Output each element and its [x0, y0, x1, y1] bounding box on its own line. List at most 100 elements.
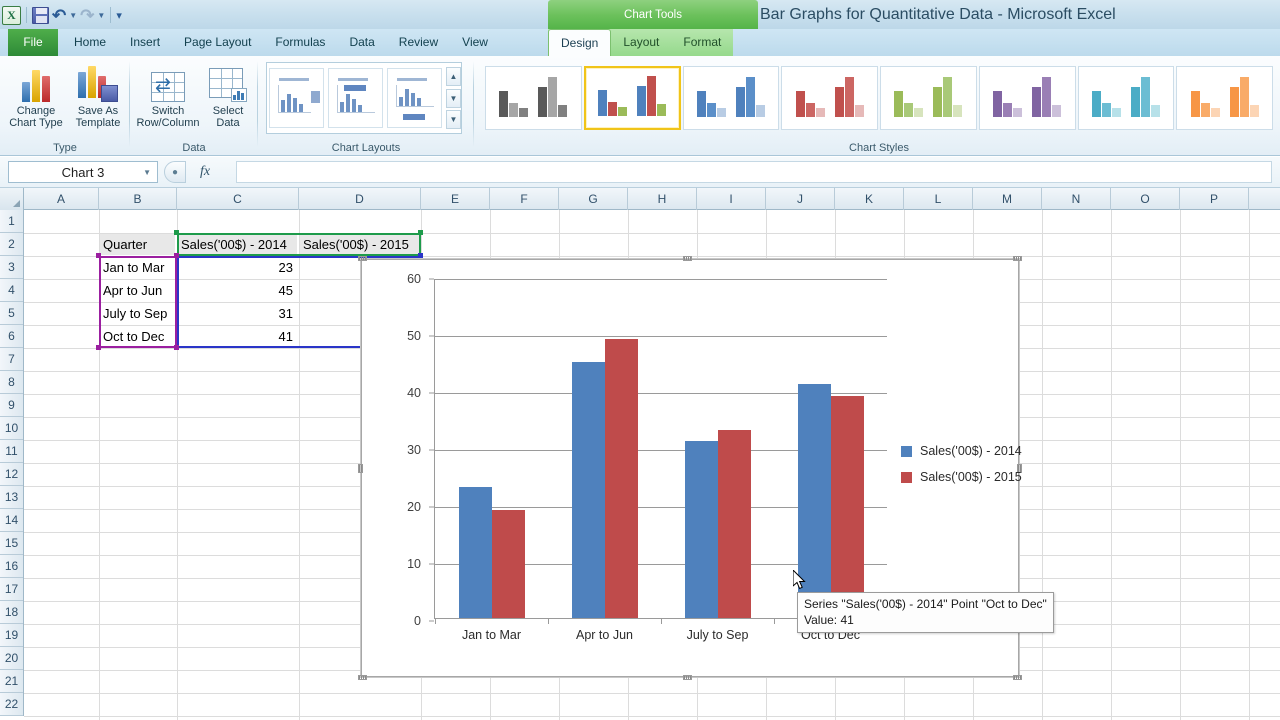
- tab-data[interactable]: Data: [337, 29, 386, 56]
- chart-layouts-gallery[interactable]: ▲ ▼ ▼: [266, 62, 462, 134]
- column-header-I[interactable]: I: [697, 188, 766, 210]
- column-header-C[interactable]: C: [177, 188, 299, 210]
- row-header-17[interactable]: 17: [0, 578, 23, 601]
- chart-style-option-6[interactable]: [979, 66, 1076, 130]
- chart-legend-entry[interactable]: Sales('00$) - 2015: [901, 470, 1022, 484]
- series-name-range-highlight-handle[interactable]: [418, 230, 423, 235]
- customize-qat-icon[interactable]: ▾: [116, 9, 122, 22]
- tab-layout[interactable]: Layout: [611, 29, 671, 56]
- chart-layout-option-1[interactable]: [269, 68, 324, 128]
- category-range-highlight-handle[interactable]: [174, 345, 179, 350]
- excel-logo-icon[interactable]: X: [2, 6, 21, 25]
- chart-resize-handle-s[interactable]: [683, 675, 692, 680]
- row-header-14[interactable]: 14: [0, 509, 23, 532]
- change-chart-type-button[interactable]: Change Chart Type: [4, 60, 68, 129]
- row-header-1[interactable]: 1: [0, 210, 23, 233]
- cell-B2[interactable]: Quarter: [100, 234, 175, 255]
- select-data-button[interactable]: Select Data: [196, 60, 260, 129]
- chart-style-option-5[interactable]: [880, 66, 977, 130]
- name-box[interactable]: Chart 3 ▼: [8, 161, 158, 183]
- chart-bar[interactable]: [718, 430, 751, 618]
- chart-layout-option-2[interactable]: [328, 68, 383, 128]
- chart-style-option-4[interactable]: [781, 66, 878, 130]
- insert-function-icon[interactable]: fx: [186, 161, 224, 183]
- chart-bar[interactable]: [605, 339, 638, 618]
- chart-layouts-scroll[interactable]: ▲ ▼ ▼: [446, 67, 461, 129]
- tab-formulas[interactable]: Formulas: [263, 29, 337, 56]
- row-header-7[interactable]: 7: [0, 348, 23, 371]
- chart-legend-entry[interactable]: Sales('00$) - 2014: [901, 444, 1022, 458]
- chart-style-option-2[interactable]: [584, 66, 681, 130]
- chart-bar[interactable]: [492, 510, 525, 618]
- undo-dropdown-icon[interactable]: ▼: [69, 11, 77, 20]
- category-range-highlight-handle[interactable]: [174, 253, 179, 258]
- category-range-highlight-handle[interactable]: [96, 253, 101, 258]
- tab-file[interactable]: File: [8, 29, 58, 56]
- chart-layout-option-3[interactable]: [387, 68, 442, 128]
- chart-resize-handle-w[interactable]: [358, 464, 363, 473]
- chart-style-option-7[interactable]: [1078, 66, 1175, 130]
- column-header-D[interactable]: D: [299, 188, 421, 210]
- column-header-J[interactable]: J: [766, 188, 835, 210]
- column-header-H[interactable]: H: [628, 188, 697, 210]
- row-header-16[interactable]: 16: [0, 555, 23, 578]
- tab-format[interactable]: Format: [671, 29, 733, 56]
- chart-style-option-1[interactable]: [485, 66, 582, 130]
- row-header-11[interactable]: 11: [0, 440, 23, 463]
- chart-bar[interactable]: [572, 362, 605, 619]
- row-header-21[interactable]: 21: [0, 670, 23, 693]
- formula-input[interactable]: [236, 161, 1272, 183]
- tab-view[interactable]: View: [450, 29, 500, 56]
- column-header-L[interactable]: L: [904, 188, 973, 210]
- column-header-F[interactable]: F: [490, 188, 559, 210]
- redo-icon[interactable]: ↷: [80, 7, 94, 24]
- tab-review[interactable]: Review: [387, 29, 450, 56]
- row-header-22[interactable]: 22: [0, 693, 23, 716]
- row-header-18[interactable]: 18: [0, 601, 23, 624]
- row-header-9[interactable]: 9: [0, 394, 23, 417]
- chart-bar[interactable]: [685, 441, 718, 618]
- column-header-A[interactable]: A: [24, 188, 99, 210]
- chart-resize-handle-ne[interactable]: [1013, 256, 1022, 261]
- tab-design[interactable]: Design: [548, 29, 611, 56]
- row-header-4[interactable]: 4: [0, 279, 23, 302]
- column-header-G[interactable]: G: [559, 188, 628, 210]
- tab-page-layout[interactable]: Page Layout: [172, 29, 263, 56]
- chart-resize-handle-n[interactable]: [683, 256, 692, 261]
- insert-function-expand-icon[interactable]: ●: [164, 161, 186, 183]
- chart-legend[interactable]: Sales('00$) - 2014 Sales('00$) - 2015: [901, 444, 1022, 496]
- tab-insert[interactable]: Insert: [118, 29, 172, 56]
- save-icon[interactable]: [32, 7, 49, 24]
- chart-resize-handle-nw[interactable]: [358, 256, 367, 261]
- name-box-dropdown-icon[interactable]: ▼: [143, 168, 151, 177]
- chart-resize-handle-sw[interactable]: [358, 675, 367, 680]
- column-header-B[interactable]: B: [99, 188, 177, 210]
- series-name-range-highlight-handle[interactable]: [174, 230, 179, 235]
- tab-home[interactable]: Home: [62, 29, 118, 56]
- category-range-highlight-handle[interactable]: [96, 345, 101, 350]
- row-header-15[interactable]: 15: [0, 532, 23, 555]
- more-layouts-button[interactable]: ▼: [446, 110, 461, 129]
- row-header-3[interactable]: 3: [0, 256, 23, 279]
- row-header-5[interactable]: 5: [0, 302, 23, 325]
- scroll-up-button[interactable]: ▲: [446, 67, 461, 86]
- row-header-12[interactable]: 12: [0, 463, 23, 486]
- save-as-template-button[interactable]: Save As Template: [66, 60, 130, 129]
- chart-styles-gallery[interactable]: [484, 62, 1274, 134]
- chart-bar[interactable]: [831, 396, 864, 618]
- row-header-10[interactable]: 10: [0, 417, 23, 440]
- row-header-13[interactable]: 13: [0, 486, 23, 509]
- column-header-E[interactable]: E: [421, 188, 490, 210]
- row-header-6[interactable]: 6: [0, 325, 23, 348]
- column-header-M[interactable]: M: [973, 188, 1042, 210]
- row-header-2[interactable]: 2: [0, 233, 23, 256]
- switch-row-column-button[interactable]: ⇄ Switch Row/Column: [136, 60, 200, 129]
- select-all-corner[interactable]: [0, 188, 24, 210]
- undo-icon[interactable]: ↶: [52, 7, 66, 24]
- redo-dropdown-icon[interactable]: ▼: [97, 11, 105, 20]
- column-header-K[interactable]: K: [835, 188, 904, 210]
- row-header-20[interactable]: 20: [0, 647, 23, 670]
- column-header-N[interactable]: N: [1042, 188, 1111, 210]
- row-header-8[interactable]: 8: [0, 371, 23, 394]
- chart-style-option-8[interactable]: [1176, 66, 1273, 130]
